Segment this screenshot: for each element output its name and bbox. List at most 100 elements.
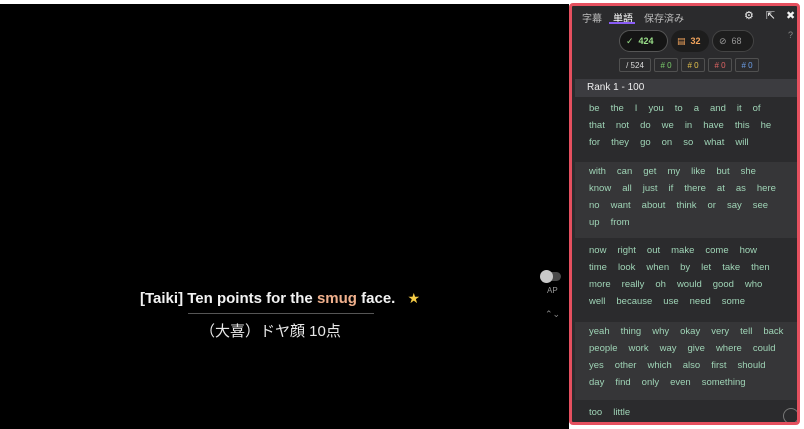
word-item[interactable]: I xyxy=(635,103,638,114)
word-item[interactable]: of xyxy=(753,103,761,114)
word-item[interactable]: how xyxy=(740,245,757,256)
word-item[interactable]: could xyxy=(753,343,776,354)
subtitle-post[interactable]: face. xyxy=(361,290,395,307)
word-item[interactable]: which xyxy=(647,360,671,371)
word-item[interactable]: more xyxy=(589,279,611,290)
close-icon[interactable]: ✖ xyxy=(786,9,795,22)
word-item[interactable]: get xyxy=(643,166,656,177)
word-item[interactable]: not xyxy=(616,120,629,131)
word-item[interactable]: so xyxy=(683,137,693,148)
word-item[interactable]: by xyxy=(680,262,690,273)
word-item[interactable]: be xyxy=(589,103,600,114)
subtitle-pre[interactable]: Ten points for the xyxy=(187,290,313,307)
word-item[interactable]: or xyxy=(708,200,716,211)
green-tag-count[interactable]: # 0 xyxy=(654,58,678,72)
word-item[interactable]: need xyxy=(690,296,711,307)
word-item[interactable]: also xyxy=(683,360,700,371)
word-item[interactable]: he xyxy=(761,120,772,131)
yellow-tag-count[interactable]: # 0 xyxy=(681,58,705,72)
word-item[interactable]: why xyxy=(652,326,669,337)
word-item[interactable]: at xyxy=(717,183,725,194)
word-item[interactable]: okay xyxy=(680,326,700,337)
word-item[interactable]: give xyxy=(688,343,705,354)
word-item[interactable]: from xyxy=(611,217,630,228)
word-item[interactable]: work xyxy=(629,343,649,354)
word-item[interactable]: have xyxy=(703,120,724,131)
word-item[interactable]: they xyxy=(611,137,629,148)
export-icon[interactable]: ⇱ xyxy=(766,9,775,22)
word-item[interactable]: with xyxy=(589,166,606,177)
subtitle-speaker[interactable]: [Taiki] xyxy=(140,290,183,307)
blue-tag-count[interactable]: # 0 xyxy=(735,58,759,72)
word-item[interactable]: just xyxy=(643,183,658,194)
word-item[interactable]: will xyxy=(735,137,748,148)
word-item[interactable]: people xyxy=(589,343,618,354)
word-item[interactable]: well xyxy=(589,296,605,307)
subtitle-highlight-word[interactable]: smug xyxy=(317,290,357,307)
word-item[interactable]: way xyxy=(660,343,677,354)
word-item[interactable]: because xyxy=(616,296,652,307)
word-item[interactable]: first xyxy=(711,360,726,371)
word-item[interactable]: here xyxy=(757,183,776,194)
word-item[interactable]: think xyxy=(676,200,696,211)
word-item[interactable]: find xyxy=(615,377,630,388)
word-item[interactable]: know xyxy=(589,183,611,194)
word-item[interactable]: the xyxy=(611,103,624,114)
word-item[interactable]: to xyxy=(675,103,683,114)
word-item[interactable]: little xyxy=(613,407,630,418)
word-item[interactable]: would xyxy=(677,279,702,290)
word-item[interactable]: use xyxy=(663,296,678,307)
word-item[interactable]: who xyxy=(745,279,762,290)
ignored-count-button[interactable]: ⊘ 68 xyxy=(712,30,754,52)
word-item[interactable]: too xyxy=(589,407,602,418)
known-count-button[interactable]: ✓ 424 xyxy=(619,30,668,52)
word-item[interactable]: thing xyxy=(621,326,642,337)
word-item[interactable]: what xyxy=(704,137,724,148)
star-icon[interactable]: ★ xyxy=(408,290,421,306)
word-item[interactable]: in xyxy=(685,120,692,131)
word-item[interactable]: very xyxy=(711,326,729,337)
autopause-toggle[interactable] xyxy=(540,270,561,283)
word-item[interactable]: yes xyxy=(589,360,604,371)
learning-count-button[interactable]: ▤ 32 xyxy=(671,30,709,52)
word-item[interactable]: there xyxy=(684,183,706,194)
word-item[interactable]: like xyxy=(691,166,705,177)
word-item[interactable]: about xyxy=(642,200,666,211)
tab-saved[interactable]: 保存済み xyxy=(644,10,684,25)
word-item[interactable]: now xyxy=(589,245,606,256)
word-item[interactable]: up xyxy=(589,217,600,228)
word-item[interactable]: my xyxy=(667,166,680,177)
word-item[interactable]: tell xyxy=(740,326,752,337)
word-item[interactable]: she xyxy=(741,166,756,177)
word-item[interactable]: should xyxy=(738,360,766,371)
word-item[interactable]: we xyxy=(662,120,674,131)
word-item[interactable]: some xyxy=(722,296,745,307)
word-item[interactable]: want xyxy=(611,200,631,211)
word-item[interactable]: can xyxy=(617,166,632,177)
word-item[interactable]: then xyxy=(751,262,770,273)
word-item[interactable]: something xyxy=(702,377,746,388)
word-item[interactable]: but xyxy=(716,166,729,177)
word-item[interactable]: for xyxy=(589,137,600,148)
word-item[interactable]: on xyxy=(662,137,673,148)
word-item[interactable]: right xyxy=(617,245,635,256)
word-item[interactable]: make xyxy=(671,245,694,256)
word-item[interactable]: you xyxy=(648,103,663,114)
word-item[interactable]: good xyxy=(713,279,734,290)
word-item[interactable]: yeah xyxy=(589,326,610,337)
gear-icon[interactable]: ⚙ xyxy=(744,9,754,22)
help-icon[interactable]: ? xyxy=(788,30,793,40)
word-item[interactable]: time xyxy=(589,262,607,273)
word-item[interactable]: this xyxy=(735,120,750,131)
word-item[interactable]: a xyxy=(694,103,699,114)
word-item[interactable]: as xyxy=(736,183,746,194)
resize-handle-icon[interactable] xyxy=(783,408,797,422)
word-item[interactable]: come xyxy=(705,245,728,256)
word-item[interactable]: say xyxy=(727,200,742,211)
word-item[interactable]: go xyxy=(640,137,651,148)
word-item[interactable]: let xyxy=(701,262,711,273)
word-item[interactable]: other xyxy=(615,360,637,371)
word-item[interactable]: oh xyxy=(655,279,666,290)
word-item[interactable]: where xyxy=(716,343,742,354)
word-item[interactable]: take xyxy=(722,262,740,273)
